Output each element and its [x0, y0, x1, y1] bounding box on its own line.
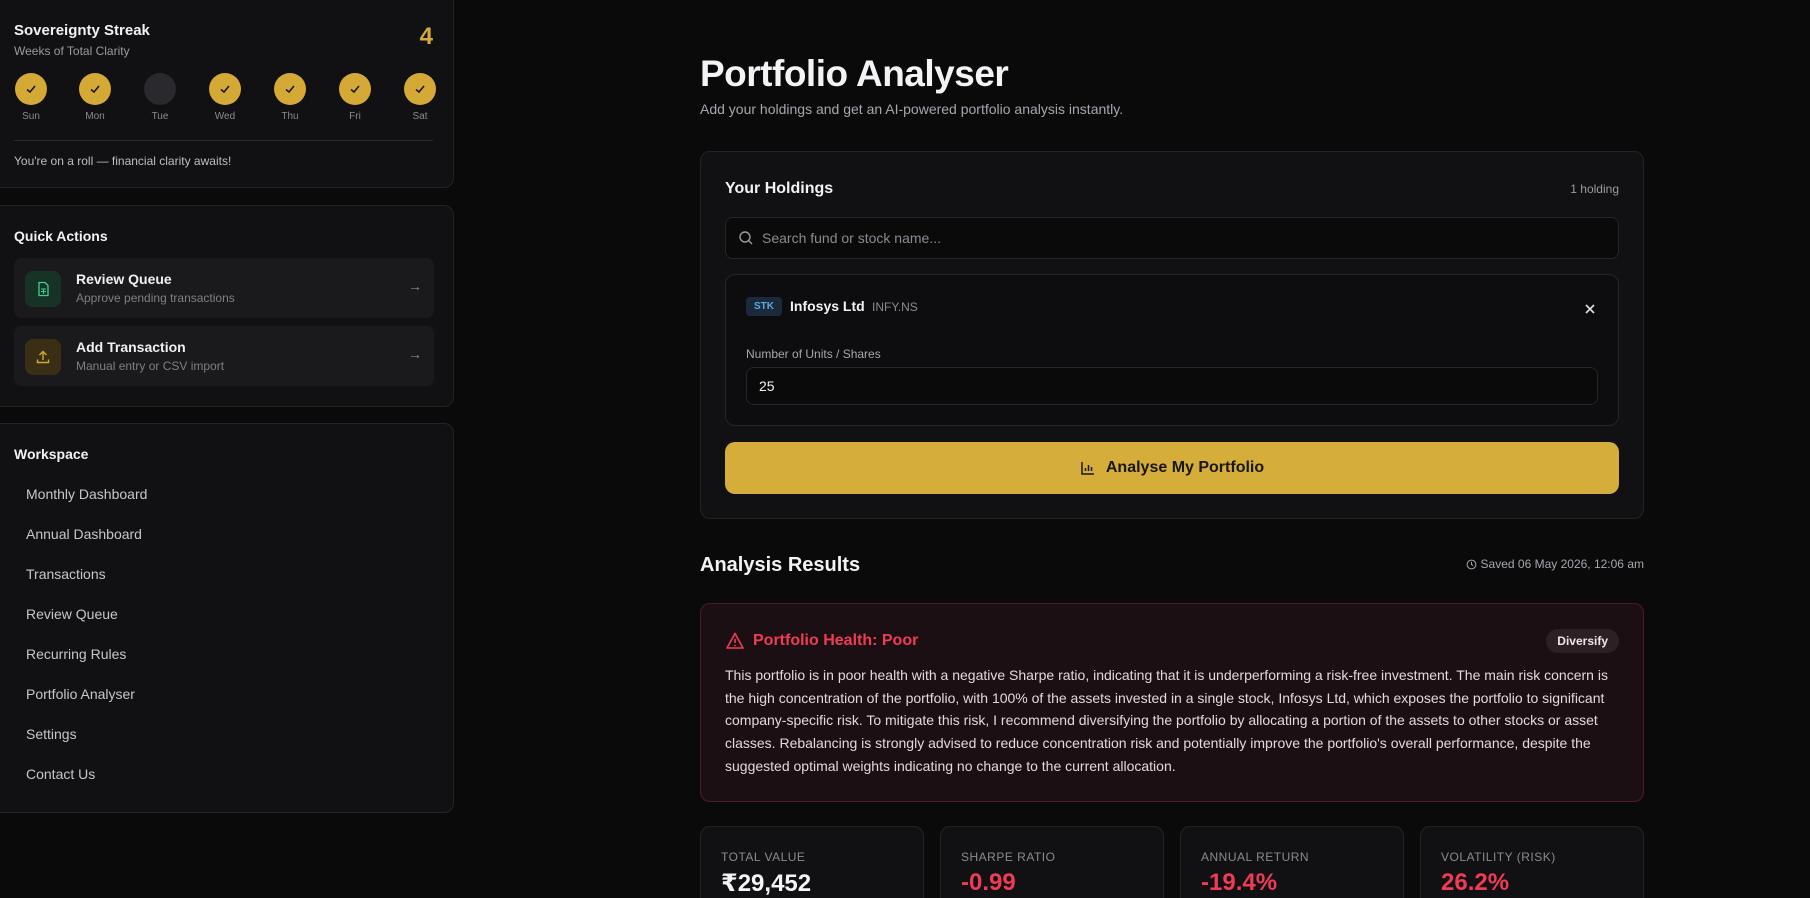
clock-icon: [1466, 559, 1476, 569]
holding-ticker: INFY.NS: [872, 300, 918, 314]
add-transaction-action[interactable]: Add Transaction Manual entry or CSV impo…: [14, 326, 434, 386]
check-icon: [404, 73, 436, 105]
check-icon: [209, 73, 241, 105]
nav-review-queue[interactable]: Review Queue: [26, 606, 118, 622]
remove-holding-button[interactable]: [1578, 297, 1602, 321]
streak-count: 4: [419, 23, 433, 50]
metric-value: ₹29,452: [721, 870, 812, 897]
check-icon: [274, 73, 306, 105]
page-title: Portfolio Analyser: [700, 53, 1009, 94]
metric-sharpe-ratio: SHARPE RATIO -0.99: [940, 826, 1164, 898]
empty-circle-icon: [144, 73, 176, 105]
streak-days: Sun Mon Tue Wed Thu Fri Sat: [14, 73, 437, 123]
search-input[interactable]: [762, 218, 1602, 258]
diversify-badge: Diversify: [1546, 629, 1619, 653]
nav-monthly-dashboard[interactable]: Monthly Dashboard: [26, 486, 147, 502]
workspace-heading: Workspace: [14, 446, 89, 462]
metric-volatility: VOLATILITY (RISK) 26.2%: [1420, 826, 1644, 898]
action-subtitle: Approve pending transactions: [76, 291, 235, 305]
streak-title: Sovereignty Streak: [14, 22, 150, 39]
day-label: Sat: [412, 111, 428, 122]
holdings-card: Your Holdings 1 holding STK Infosys Ltd …: [700, 151, 1644, 519]
health-title: Portfolio Health: Poor: [753, 632, 919, 649]
document-icon: [25, 271, 61, 307]
streak-card: Sovereignty Streak Weeks of Total Clarit…: [0, 0, 454, 188]
holding-name: Infosys Ltd: [790, 298, 865, 314]
quick-actions-card: Quick Actions Review Queue Approve pendi…: [0, 205, 454, 407]
nav-recurring-rules[interactable]: Recurring Rules: [26, 646, 126, 662]
metric-value: -0.99: [961, 869, 1016, 896]
holding-type-badge: STK: [746, 297, 782, 316]
day-label: Wed: [214, 111, 236, 122]
day-label: Thu: [281, 111, 299, 122]
day-label: Mon: [85, 111, 105, 122]
quick-actions-heading: Quick Actions: [14, 228, 108, 244]
metric-total-value: TOTAL VALUE ₹29,452: [700, 826, 924, 898]
divider: [14, 140, 433, 141]
analyse-button[interactable]: Analyse My Portfolio: [725, 442, 1619, 494]
metric-label: VOLATILITY (RISK): [1441, 850, 1556, 864]
review-queue-action[interactable]: Review Queue Approve pending transaction…: [14, 258, 434, 318]
saved-text: Saved 06 May 2026, 12:06 am: [1480, 557, 1644, 571]
metric-label: TOTAL VALUE: [721, 850, 806, 864]
page-subtitle: Add your holdings and get an AI-powered …: [700, 101, 1124, 117]
upload-icon: [25, 339, 61, 375]
metric-value: -19.4%: [1201, 869, 1278, 896]
day-sun: Sun: [14, 73, 48, 122]
action-title: Add Transaction: [76, 339, 186, 355]
nav-annual-dashboard[interactable]: Annual Dashboard: [26, 526, 142, 542]
streak-subtitle: Weeks of Total Clarity: [14, 44, 130, 58]
check-icon: [79, 73, 111, 105]
streak-message: You're on a roll — financial clarity awa…: [14, 154, 232, 168]
health-description: This portfolio is in poor health with a …: [725, 667, 1608, 774]
check-icon: [15, 73, 47, 105]
metric-label: ANNUAL RETURN: [1201, 850, 1310, 864]
nav-settings[interactable]: Settings: [26, 726, 77, 742]
day-thu: Thu: [273, 73, 307, 122]
day-sat: Sat: [403, 73, 437, 122]
close-icon: [1585, 304, 1595, 314]
day-label: Fri: [349, 111, 361, 122]
warning-icon: [725, 631, 745, 656]
search-box: [725, 217, 1619, 259]
metric-value: 26.2%: [1441, 869, 1510, 896]
holdings-heading: Your Holdings: [725, 180, 834, 197]
bar-chart-icon: [1081, 462, 1094, 475]
nav-transactions[interactable]: Transactions: [26, 566, 106, 582]
action-title: Review Queue: [76, 271, 172, 287]
holdings-count: 1 holding: [1570, 182, 1619, 196]
search-icon: [738, 230, 754, 251]
nav-portfolio-analyser[interactable]: Portfolio Analyser: [26, 686, 135, 702]
workspace-card: Workspace Monthly Dashboard Annual Dashb…: [0, 423, 454, 813]
day-tue: Tue: [143, 73, 177, 122]
day-fri: Fri: [338, 73, 372, 122]
nav-contact-us[interactable]: Contact Us: [26, 766, 95, 782]
health-card: Portfolio Health: Poor Diversify This po…: [700, 603, 1644, 802]
arrow-right-icon: →: [408, 346, 422, 362]
holding-item: STK Infosys Ltd INFY.NS Number of Units …: [725, 274, 1619, 426]
day-wed: Wed: [208, 73, 242, 122]
day-label: Sun: [22, 111, 40, 122]
day-label: Tue: [151, 111, 169, 122]
day-mon: Mon: [78, 73, 112, 122]
action-subtitle: Manual entry or CSV import: [76, 359, 225, 373]
results-heading: Analysis Results: [700, 554, 861, 576]
units-input[interactable]: [746, 367, 1598, 405]
saved-timestamp: Saved 06 May 2026, 12:06 am: [1466, 557, 1644, 571]
arrow-right-icon: →: [408, 278, 422, 294]
metric-label: SHARPE RATIO: [961, 850, 1056, 864]
check-icon: [339, 73, 371, 105]
analyse-label: Analyse My Portfolio: [1105, 459, 1265, 476]
metric-annual-return: ANNUAL RETURN -19.4%: [1180, 826, 1404, 898]
units-label: Number of Units / Shares: [746, 347, 881, 361]
